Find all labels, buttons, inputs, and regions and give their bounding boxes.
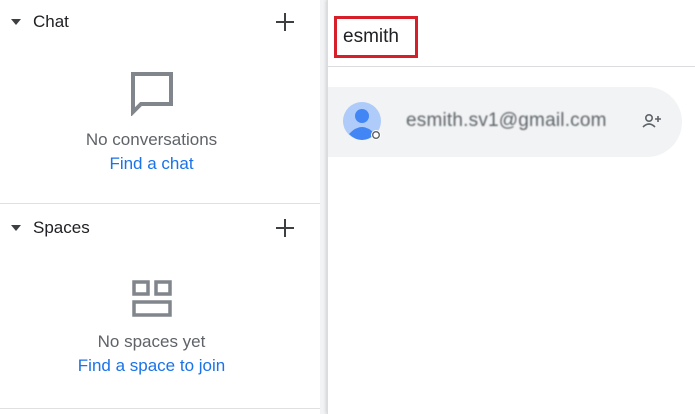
no-conversations-text: No conversations bbox=[85, 130, 218, 149]
chat-bubble-icon bbox=[130, 72, 173, 116]
section-divider bbox=[0, 408, 320, 409]
spaces-section-header[interactable]: Spaces bbox=[0, 206, 320, 250]
search-box-highlight[interactable] bbox=[334, 16, 418, 58]
search-result-row[interactable]: esmith.sv1@gmail.com bbox=[328, 87, 682, 157]
new-chat-plus-icon[interactable] bbox=[274, 11, 296, 33]
add-person-icon[interactable] bbox=[640, 109, 664, 133]
chat-empty-state: No conversations Find a chat bbox=[0, 72, 303, 174]
new-space-plus-icon[interactable] bbox=[274, 217, 296, 239]
find-a-chat-link[interactable]: Find a chat bbox=[0, 154, 303, 174]
sidebar: Chat No conversations Find a chat Spaces… bbox=[0, 0, 320, 414]
chat-section-header[interactable]: Chat bbox=[0, 0, 320, 44]
spaces-empty-state: No spaces yet Find a space to join bbox=[0, 280, 303, 376]
no-spaces-text: No spaces yet bbox=[97, 332, 206, 351]
spaces-grid-icon bbox=[131, 280, 172, 317]
caret-down-icon[interactable] bbox=[9, 15, 23, 29]
chat-section-title: Chat bbox=[33, 12, 69, 31]
result-email: esmith.sv1@gmail.com bbox=[406, 110, 607, 131]
caret-down-icon[interactable] bbox=[9, 221, 23, 235]
search-panel: esmith.sv1@gmail.com bbox=[327, 0, 695, 414]
search-divider bbox=[328, 66, 695, 67]
spaces-section-title: Spaces bbox=[33, 218, 90, 237]
user-avatar-icon bbox=[343, 102, 381, 140]
section-divider bbox=[0, 203, 320, 204]
search-input[interactable] bbox=[343, 26, 413, 48]
find-a-space-link[interactable]: Find a space to join bbox=[0, 356, 303, 376]
